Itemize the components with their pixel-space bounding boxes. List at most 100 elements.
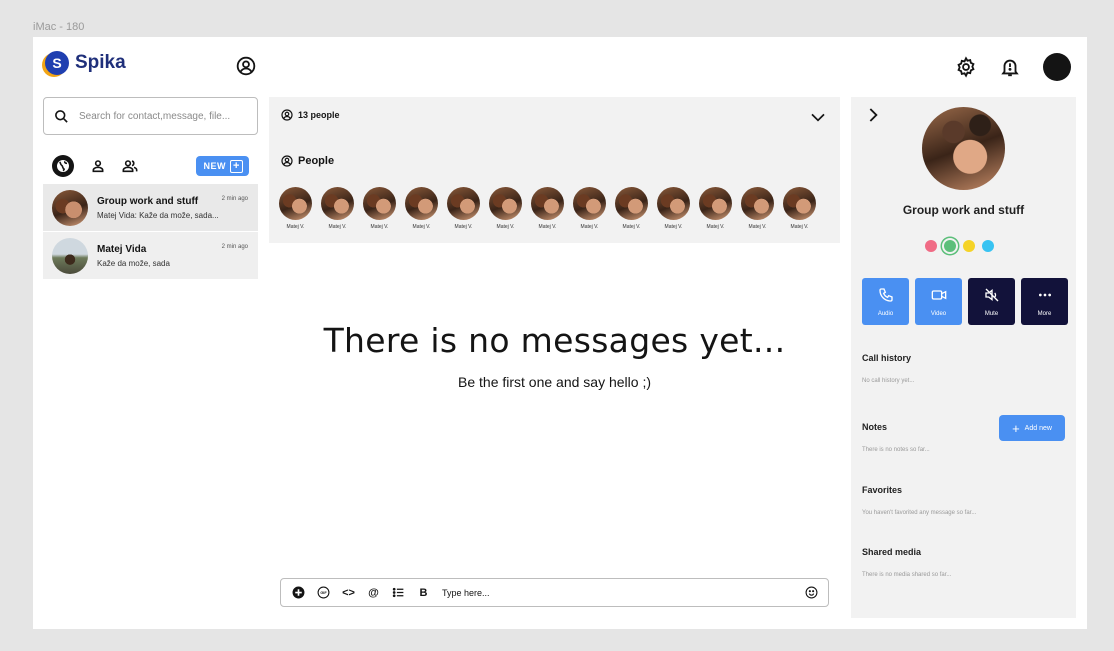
shared-media-title: Shared media [862,547,922,557]
chat-time: 2 min ago [221,244,248,250]
chevron-right-icon[interactable] [865,107,881,123]
video-icon [931,289,946,300]
add-attachment-icon[interactable] [292,586,305,599]
video-call-button[interactable]: Video [915,278,962,325]
chat-list-item-group[interactable]: Group work and stuff Matej Vida: Kaže da… [43,184,258,231]
new-chat-label: NEW [203,161,226,171]
people-title-label: People [298,155,335,167]
chat-details-panel: Group work and stuff Audio Video Mute Mo… [851,97,1076,618]
member-item[interactable]: Matej V. [699,187,732,230]
more-label: More [1037,310,1052,317]
member-name: Matej V. [286,224,305,230]
member-item[interactable]: Matej V. [279,187,312,230]
settings-gear-icon[interactable] [955,56,977,78]
frame-label: iMac - 180 [33,21,85,33]
mute-label: Mute [984,310,999,317]
member-item[interactable]: Matej V. [741,187,774,230]
more-button[interactable]: More [1021,278,1068,325]
plus-square-icon: + [230,159,243,173]
chevron-down-icon[interactable] [810,109,826,125]
single-user-filter-icon[interactable] [90,158,106,174]
add-note-button[interactable]: + Add new [999,415,1065,441]
mention-icon[interactable]: @ [367,587,380,599]
member-item[interactable]: Matej V. [363,187,396,230]
member-name: Matej V. [454,224,473,230]
member-item[interactable]: Matej V. [783,187,816,230]
member-name: Matej V. [580,224,599,230]
app-logo[interactable]: S Spika [45,51,126,75]
color-option[interactable] [925,240,937,252]
add-note-label: Add new [1024,424,1052,432]
emoji-icon[interactable] [805,586,818,599]
notification-bell-icon[interactable] [999,56,1021,78]
phone-icon [878,287,893,302]
member-avatar [363,187,396,220]
message-input[interactable] [442,587,793,598]
member-item[interactable]: Matej V. [657,187,690,230]
empty-state-subtitle: Be the first one and say hello ;) [458,374,651,390]
bold-icon[interactable]: B [417,587,430,599]
notes-empty: There is no notes so far... [862,447,930,453]
audio-call-button[interactable]: Audio [862,278,909,325]
favorites-empty: You haven't favorited any message so far… [862,510,977,516]
member-name: Matej V. [748,224,767,230]
logo-mark: S [45,51,69,75]
member-item[interactable]: Matej V. [447,187,480,230]
member-item[interactable]: Matej V. [531,187,564,230]
group-filter-icon[interactable] [122,158,138,174]
user-circle-icon [281,155,293,167]
header-actions [955,53,1071,81]
member-avatar [657,187,690,220]
code-icon[interactable]: <> [342,587,355,599]
search-icon [55,109,68,123]
user-profile-icon[interactable] [236,56,256,76]
mute-icon [984,288,998,301]
plus-icon: + [1012,420,1020,436]
member-avatar [573,187,606,220]
app-name: Spika [75,52,126,73]
people-count[interactable]: 13 people [281,109,340,121]
member-name: Matej V. [496,224,515,230]
call-actions: Audio Video Mute More [862,278,1068,325]
chat-time: 2 min ago [221,196,248,202]
people-section-title: People [281,155,334,167]
filter-all-button[interactable] [52,155,74,177]
search-input[interactable] [79,110,239,122]
favorites-title: Favorites [862,485,903,495]
gif-icon[interactable]: GIF [317,586,330,599]
member-item[interactable]: Matej V. [615,187,648,230]
member-item[interactable]: Matej V. [321,187,354,230]
member-name: Matej V. [622,224,641,230]
color-option[interactable] [982,240,994,252]
color-option[interactable] [963,240,975,252]
user-avatar[interactable] [1043,53,1071,81]
member-avatar [783,187,816,220]
new-chat-button[interactable]: NEW + [195,156,249,176]
member-avatar [741,187,774,220]
video-label: Video [930,310,947,317]
member-avatar [405,187,438,220]
chat-avatar [52,189,88,226]
member-avatar [279,187,312,220]
chat-list-item-matej[interactable]: Matej Vida Kaže da može, sada 2 min ago [43,232,258,279]
more-icon [1038,293,1051,296]
member-item[interactable]: Matej V. [489,187,522,230]
member-name: Matej V. [790,224,809,230]
member-avatar [321,187,354,220]
color-option[interactable] [944,240,956,252]
member-avatar [531,187,564,220]
chat-avatar [52,237,88,274]
member-item[interactable]: Matej V. [573,187,606,230]
group-avatar[interactable] [922,107,1005,190]
people-count-label: 13 people [298,110,340,120]
member-name: Matej V. [664,224,683,230]
app-window: S Spika NEW + Group wor [33,37,1087,629]
member-item[interactable]: Matej V. [405,187,438,230]
search-box[interactable] [43,97,258,135]
mute-button[interactable]: Mute [968,278,1015,325]
chat-last-message: Matej Vida: Kaže da može, sada... [97,210,219,220]
member-avatar [489,187,522,220]
svg-text:GIF: GIF [320,591,327,595]
list-icon[interactable] [392,586,405,599]
theme-color-picker [925,240,994,252]
